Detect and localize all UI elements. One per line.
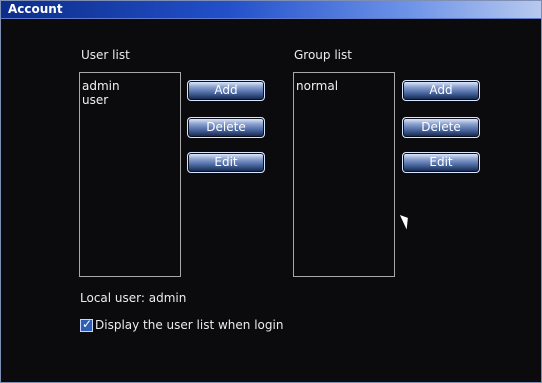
window-title: Account	[8, 2, 63, 16]
display-user-list-checkbox[interactable]: ✓	[80, 317, 93, 332]
title-bar: Account	[1, 1, 541, 19]
user-list-item-user[interactable]: user	[82, 93, 108, 107]
group-delete-button[interactable]: Delete	[402, 117, 480, 138]
user-list-item-admin[interactable]: admin	[82, 79, 120, 93]
group-listbox[interactable]: normal	[293, 72, 395, 277]
group-list-item-normal[interactable]: normal	[296, 79, 338, 93]
user-delete-button[interactable]: Delete	[187, 117, 265, 138]
group-list-label: Group list	[294, 48, 352, 62]
checkbox-icon: ✓	[82, 317, 93, 331]
display-user-list-label[interactable]: Display the user list when login	[95, 318, 283, 332]
group-edit-button[interactable]: Edit	[402, 152, 480, 173]
user-list-label: User list	[81, 48, 130, 62]
user-add-button[interactable]: Add	[187, 80, 265, 101]
user-listbox[interactable]: admin user	[79, 72, 181, 277]
mouse-pointer-icon	[399, 212, 413, 230]
user-edit-button[interactable]: Edit	[187, 152, 265, 173]
local-user-text: Local user: admin	[80, 291, 187, 305]
account-window: Account User list admin user Add Delete …	[0, 0, 542, 383]
group-add-button[interactable]: Add	[402, 80, 480, 101]
